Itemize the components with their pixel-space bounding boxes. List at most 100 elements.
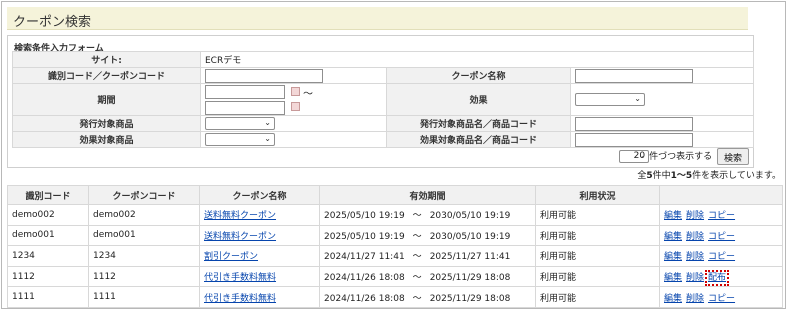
delete-link[interactable]: 削除 (686, 273, 704, 283)
window-frame: クーポン検索 検索条件入力フォーム サイト: ECRデモ 識別コード／クーポンコ… (1, 1, 786, 309)
coupon-code: 1112 (88, 265, 200, 288)
site-value: ECRデモ (200, 51, 754, 68)
delete-link[interactable]: 削除 (686, 232, 704, 242)
period-end: 2025/11/29 18:08 (429, 273, 511, 284)
chevron-down-icon: ⌄ (264, 134, 271, 143)
usage-status: 利用可能 (535, 204, 660, 226)
name-input[interactable] (575, 68, 693, 83)
effect-item-select[interactable]: ⌄ (205, 133, 275, 146)
col-header-name: クーポン名称 (199, 185, 320, 205)
period-separator: 〜 (412, 252, 422, 263)
count-range: 1〜5 (670, 171, 693, 181)
period-row: 期間 〜 効果 ⌄ (12, 83, 754, 116)
period-label: 期間 (12, 83, 201, 116)
effect-item-name-label: 効果対象商品名／商品コード (386, 131, 571, 148)
issue-item-label: 発行対象商品 (12, 115, 201, 132)
period-separator: 〜 (412, 293, 422, 304)
period-end-input[interactable] (205, 100, 285, 115)
coupon-id: demo001 (7, 224, 89, 247)
count-mid: 件中 (652, 171, 671, 181)
effect-select[interactable]: ⌄ (575, 93, 645, 106)
validity-period: 2024/11/27 11:41 〜 2025/11/27 11:41 (319, 245, 536, 267)
distribute-link[interactable]: 配布 (705, 270, 730, 287)
table-row: 1112 1112 代引き手数料無料 2024/11/26 18:08 〜 2025/11… (7, 265, 783, 288)
period-end: 2030/05/10 19:19 (429, 231, 511, 242)
col-header-period: 有効期間 (319, 185, 536, 205)
coupon-code: 1111 (88, 286, 200, 308)
effect-label: 効果 (386, 83, 571, 116)
coupon-code: 1234 (88, 245, 200, 267)
search-controls: 20 ⌄ 件づつ表示する 検索 (8, 148, 755, 165)
per-page-select[interactable]: 20 ⌄ (619, 150, 650, 163)
coupon-code: demo002 (88, 204, 200, 226)
edit-link[interactable]: 編集 (664, 294, 682, 304)
table-row: 1234 1234 割引クーポン 2024/11/27 11:41 〜 2025/11/2… (7, 245, 783, 267)
coupon-name-link[interactable]: 送料無料クーポン (204, 232, 276, 242)
delete-link[interactable]: 削除 (686, 294, 704, 304)
issue-item-row: 発行対象商品 ⌄ 発行対象商品名／商品コード (12, 115, 754, 132)
period-start-input[interactable] (205, 84, 285, 99)
edit-link[interactable]: 編集 (664, 211, 682, 221)
period-end: 2030/05/10 19:19 (429, 211, 511, 222)
period-end: 2025/11/29 18:08 (429, 293, 511, 304)
search-form-table: サイト: ECRデモ 識別コード／クーポンコード クーポン名称 期間 〜 効果 … (12, 51, 754, 148)
coupon-name-link[interactable]: 送料無料クーポン (204, 211, 276, 221)
site-label: サイト: (12, 51, 201, 68)
usage-status: 利用可能 (535, 245, 660, 267)
period-start: 2025/05/10 19:19 (324, 211, 405, 222)
validity-period: 2025/05/10 19:19 〜 2030/05/10 19:19 (319, 204, 536, 226)
result-count: 全5件中1〜5件を表示しています。 (2, 168, 781, 181)
count-prefix: 全 (637, 171, 647, 181)
table-header-row: 識別コード クーポンコード クーポン名称 有効期間 利用状況 (7, 185, 783, 205)
issue-item-select[interactable]: ⌄ (205, 117, 275, 130)
effect-item-row: 効果対象商品 ⌄ 効果対象商品名／商品コード (12, 131, 754, 148)
edit-link[interactable]: 編集 (664, 232, 682, 242)
coupon-name-link[interactable]: 代引き手数料無料 (204, 273, 276, 283)
col-header-status: 利用状況 (535, 185, 660, 205)
table-row: 1111 1111 代引き手数料無料 2024/11/26 18:08 〜 2025/11… (7, 286, 783, 308)
coupon-table: 識別コード クーポンコード クーポン名称 有効期間 利用状況 demo002 de… (7, 185, 783, 308)
validity-period: 2024/11/26 18:08 〜 2025/11/29 18:08 (319, 265, 536, 288)
usage-status: 利用可能 (535, 224, 660, 247)
validity-period: 2024/11/26 18:08 〜 2025/11/29 18:08 (319, 286, 536, 308)
coupon-id: 1234 (7, 245, 89, 267)
period-start: 2024/11/26 18:08 (324, 293, 405, 304)
coupon-id: 1111 (7, 286, 89, 308)
search-form: 検索条件入力フォーム サイト: ECRデモ 識別コード／クーポンコード クーポン… (7, 35, 754, 168)
usage-status: 利用可能 (535, 265, 660, 288)
per-page-suffix: 件づつ表示する (649, 152, 713, 162)
copy-link[interactable]: コピー (708, 232, 735, 242)
edit-link[interactable]: 編集 (664, 273, 682, 283)
delete-link[interactable]: 削除 (686, 211, 704, 221)
issue-item-name-label: 発行対象商品名／商品コード (386, 115, 571, 132)
search-button[interactable]: 検索 (716, 148, 749, 165)
code-input[interactable] (205, 68, 323, 83)
period-start: 2025/05/10 19:19 (324, 231, 405, 242)
issue-item-name-input[interactable] (575, 116, 693, 131)
coupon-name-link[interactable]: 割引クーポン (204, 252, 258, 262)
chevron-down-icon: ⌄ (634, 94, 641, 103)
period-separator: 〜 (303, 88, 313, 100)
site-row: サイト: ECRデモ (12, 51, 754, 68)
period-start: 2024/11/26 18:08 (324, 273, 405, 284)
copy-link[interactable]: コピー (708, 211, 735, 221)
table-row: demo001 demo001 送料無料クーポン 2025/05/10 19:19 〜 2… (7, 224, 783, 247)
effect-item-name-input[interactable] (575, 132, 693, 147)
period-separator: 〜 (412, 211, 422, 222)
code-row: 識別コード／クーポンコード クーポン名称 (12, 67, 754, 84)
coupon-name-link[interactable]: 代引き手数料無料 (204, 294, 276, 304)
col-header-code: クーポンコード (88, 185, 200, 205)
copy-link[interactable]: コピー (708, 294, 735, 304)
code-label: 識別コード／クーポンコード (12, 67, 201, 84)
edit-link[interactable]: 編集 (664, 252, 682, 262)
period-separator: 〜 (412, 273, 422, 284)
start-calendar-icon[interactable] (291, 86, 300, 96)
page-title: クーポン検索 (7, 7, 748, 30)
delete-link[interactable]: 削除 (686, 252, 704, 262)
copy-link[interactable]: コピー (708, 252, 735, 262)
validity-period: 2025/05/10 19:19 〜 2030/05/10 19:19 (319, 224, 536, 247)
coupon-id: demo002 (7, 204, 89, 226)
coupon-code: demo001 (88, 224, 200, 247)
end-calendar-icon[interactable] (291, 101, 300, 111)
period-separator: 〜 (412, 231, 422, 242)
